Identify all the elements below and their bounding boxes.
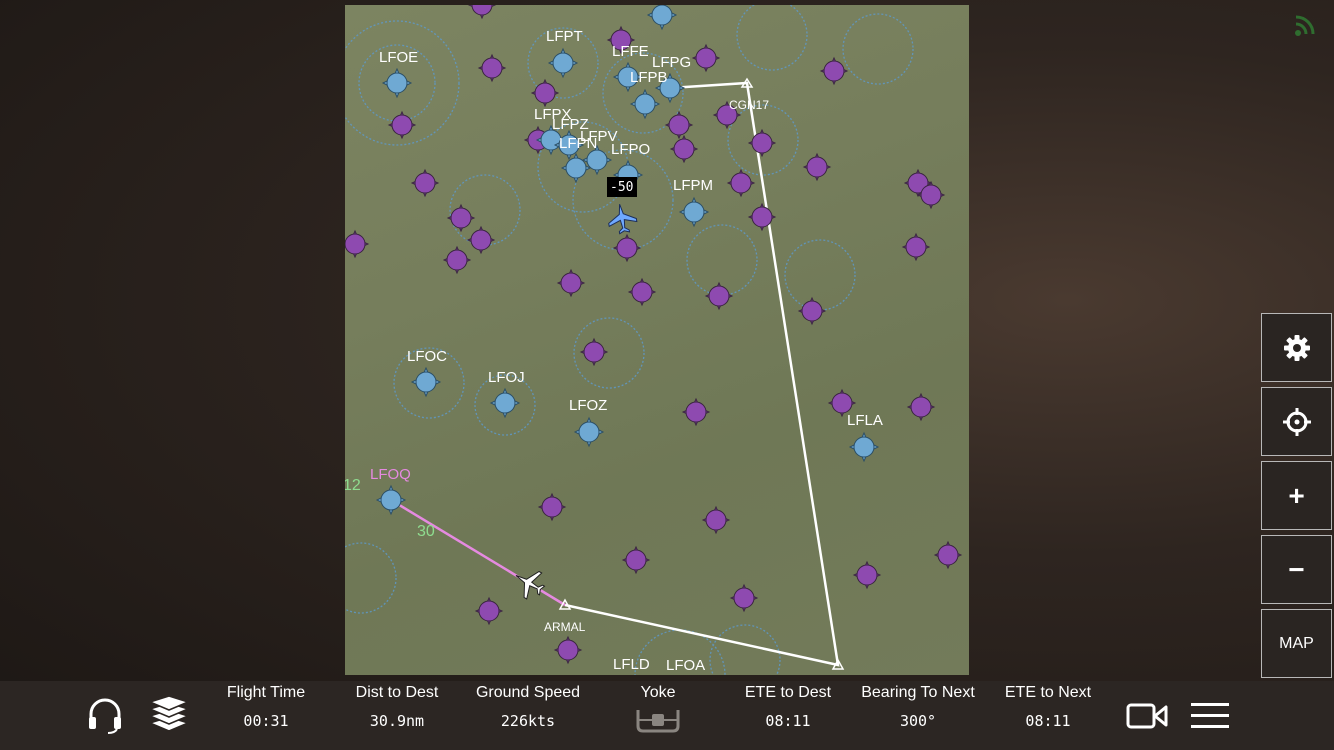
zoom-out-button[interactable]: − [1261, 535, 1332, 604]
stat-title: Flight Time [226, 684, 306, 701]
airport-label: LFOA [666, 657, 705, 674]
settings-button[interactable] [1261, 313, 1332, 382]
stat-value: 30.9nm [369, 712, 425, 730]
stat-value: 300° [899, 712, 937, 730]
bearing-stat: Bearing To Next 300° [854, 681, 982, 750]
airport-label: LFOE [379, 49, 418, 66]
flight-time-stat: Flight Time 00:31 [215, 681, 317, 750]
camera-icon[interactable] [1126, 701, 1168, 731]
airport-label: LFPM [673, 177, 713, 194]
stat-title: Bearing To Next [861, 684, 975, 701]
stat-value: 00:31 [243, 712, 289, 730]
zoom-in-button[interactable]: + [1261, 461, 1332, 530]
airport-label: LFFE [612, 43, 649, 60]
dist-to-dest-stat: Dist to Dest 30.9nm [342, 681, 452, 750]
traffic-aircraft-icon[interactable] [606, 202, 639, 235]
stat-value: 226kts [500, 712, 556, 730]
map-button[interactable]: MAP [1261, 609, 1332, 678]
stat-title: Ground Speed [475, 684, 581, 701]
stat-title: ETE to Dest [744, 684, 832, 701]
menu-icon[interactable] [1190, 701, 1230, 731]
gear-icon [1283, 334, 1310, 361]
ete-next-stat: ETE to Next 08:11 [1000, 681, 1096, 750]
own-aircraft-icon [515, 570, 546, 600]
ete-to-dest-stat: ETE to Dest 08:11 [738, 681, 838, 750]
stat-title: Dist to Dest [355, 684, 439, 701]
signal-icon [1295, 15, 1315, 36]
airspace-rings [345, 5, 914, 675]
center-map-button[interactable] [1261, 387, 1332, 456]
airport-label: LFPB [630, 69, 668, 86]
airport-label: LFLA [847, 412, 883, 429]
leg-label: 30 [417, 523, 435, 540]
ground-speed-stat: Ground Speed 226kts [470, 681, 586, 750]
stat-value: 08:11 [765, 712, 811, 730]
airport-label: LFPT [546, 28, 583, 45]
airport-label: LFPN [559, 135, 597, 152]
airport-label-origin: LFOQ [370, 466, 411, 483]
map-view[interactable]: LFOE LFPT LFFE LFPG LFPB LFPX LFPZ LFPV … [345, 5, 969, 675]
airport-label: LFLD [613, 656, 650, 673]
yoke-icon [636, 710, 680, 733]
leg-label: 12 [345, 477, 361, 494]
stat-title: ETE to Next [1004, 684, 1092, 701]
waypoint-label: CGN17 [729, 98, 769, 112]
airport-label: LFOZ [569, 397, 607, 414]
yoke-control[interactable]: Yoke [618, 681, 698, 750]
airport-label: LFPO [611, 141, 650, 158]
stat-title: Yoke [640, 684, 676, 701]
bottom-bar: Flight Time 00:31 Dist to Dest 30.9nm Gr… [0, 681, 1334, 750]
layers-icon[interactable] [148, 695, 190, 735]
airport-label: LFOJ [488, 369, 525, 386]
waypoint-label: ARMAL [544, 620, 586, 634]
flight-route [390, 77, 845, 670]
stat-value: 08:11 [1025, 712, 1071, 730]
crosshair-icon [1282, 407, 1311, 436]
headset-icon[interactable] [86, 696, 124, 734]
traffic-altitude: -50 [610, 180, 633, 195]
airport-label: LFOC [407, 348, 447, 365]
